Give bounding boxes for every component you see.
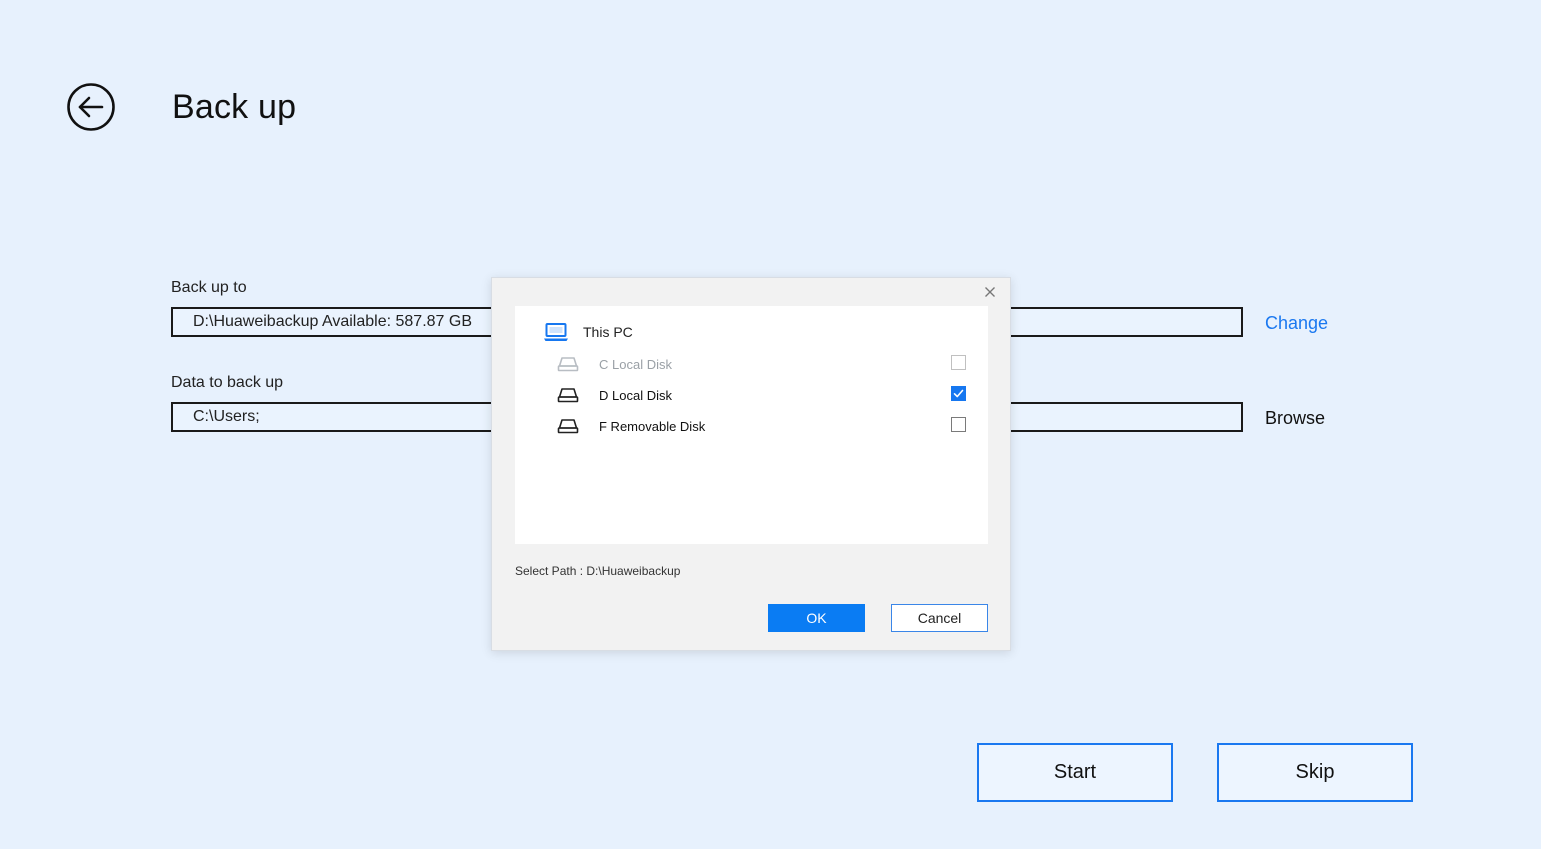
- select-path-text: Select Path : D:\Huaweibackup: [515, 564, 681, 578]
- disk-label-c: C Local Disk: [599, 356, 672, 372]
- skip-button[interactable]: Skip: [1217, 743, 1413, 802]
- page-title: Back up: [172, 88, 297, 126]
- back-button[interactable]: [66, 82, 116, 132]
- backup-to-label: Back up to: [171, 279, 247, 296]
- close-icon: [985, 287, 995, 297]
- disk-drive-icon: [557, 419, 579, 434]
- data-to-backup-label: Data to back up: [171, 374, 284, 391]
- dialog-close-button[interactable]: [982, 284, 998, 300]
- browse-link[interactable]: Browse: [1265, 408, 1325, 429]
- checkmark-icon: [953, 389, 964, 398]
- dialog-ok-button[interactable]: OK: [768, 604, 865, 632]
- laptop-icon: [544, 323, 568, 341]
- start-button[interactable]: Start: [977, 743, 1173, 802]
- tree-root-this-pc[interactable]: This PC: [543, 322, 633, 342]
- disk-row-c[interactable]: C Local Disk: [557, 353, 982, 375]
- disk-checkbox-c[interactable]: [951, 355, 966, 370]
- disk-tree-panel: This PC C Local Disk D Local Disk F Remo…: [515, 306, 988, 544]
- disk-label-f: F Removable Disk: [599, 418, 706, 434]
- disk-checkbox-d[interactable]: [951, 386, 966, 401]
- change-link[interactable]: Change: [1265, 313, 1328, 334]
- dialog-cancel-button[interactable]: Cancel: [891, 604, 988, 632]
- disk-row-d[interactable]: D Local Disk: [557, 384, 982, 406]
- disk-drive-icon: [557, 388, 579, 403]
- disk-drive-icon: [557, 357, 579, 372]
- tree-root-label: This PC: [583, 324, 633, 340]
- disk-label-d: D Local Disk: [599, 387, 672, 403]
- select-path-dialog: This PC C Local Disk D Local Disk F Remo…: [491, 277, 1011, 651]
- back-arrow-icon: [67, 83, 115, 131]
- disk-checkbox-f[interactable]: [951, 417, 966, 432]
- disk-row-f[interactable]: F Removable Disk: [557, 415, 982, 437]
